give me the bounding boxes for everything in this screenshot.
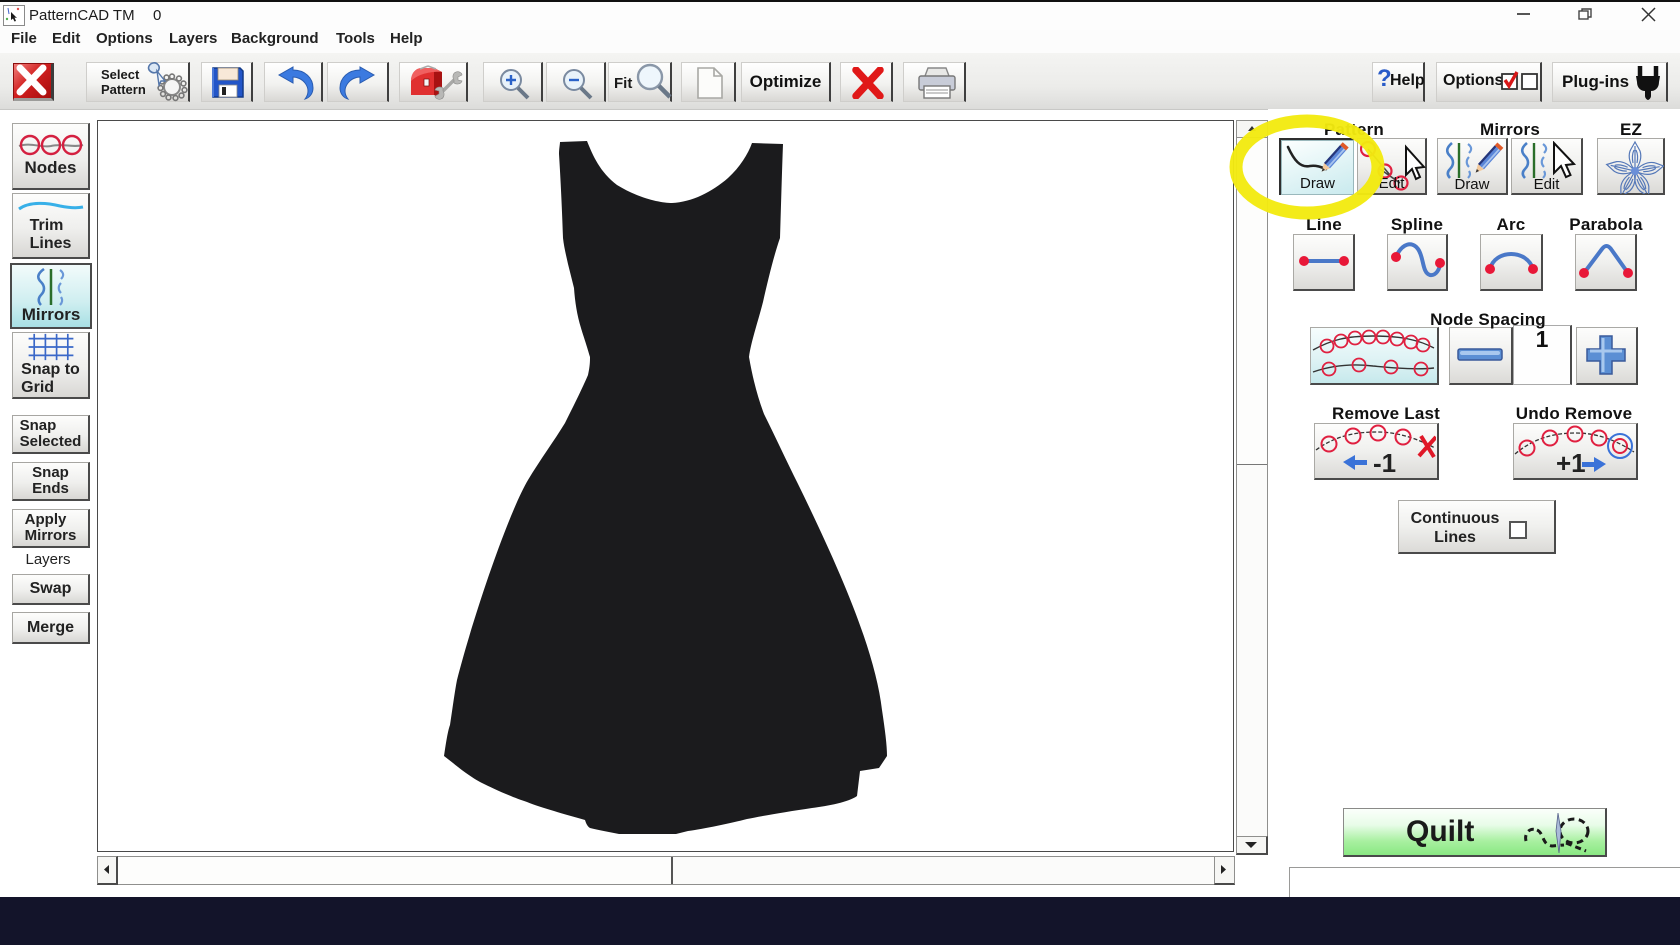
svg-text:-1: -1 xyxy=(1373,448,1396,477)
svg-text:+1: +1 xyxy=(1556,448,1586,477)
